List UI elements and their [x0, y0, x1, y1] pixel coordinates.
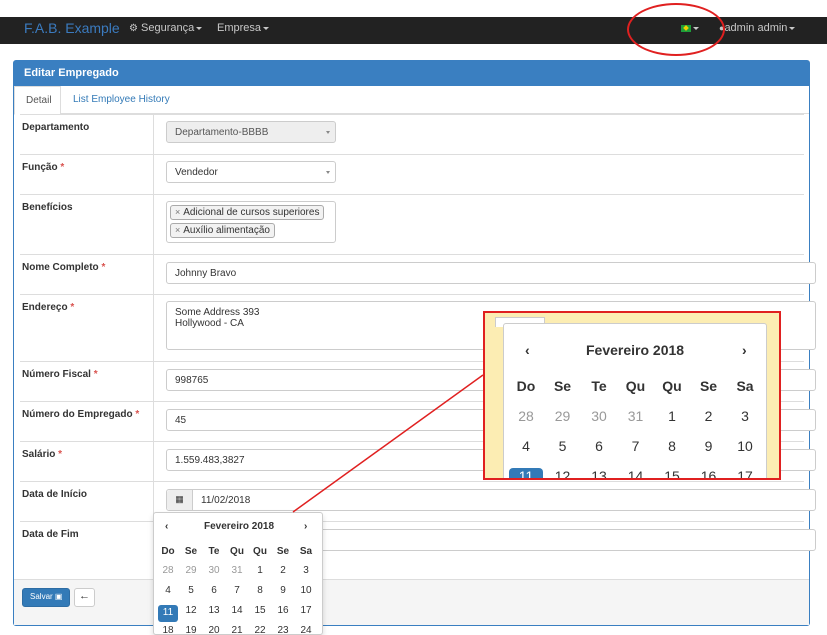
- weekday-header: Se: [699, 378, 718, 394]
- calendar-day[interactable]: 13: [582, 468, 616, 478]
- calendar-day[interactable]: 30: [582, 408, 616, 424]
- weekday-header: Sa: [736, 378, 754, 394]
- weekday-header: Qu: [662, 378, 682, 394]
- calendar-day[interactable]: 14: [619, 468, 653, 478]
- zoomed-datepicker: ‹ Fevereiro 2018 › Do Se Te Qu Qu Se Sa 28 29 30 3…: [503, 323, 767, 478]
- calendar-day[interactable]: 1: [655, 408, 689, 424]
- calendar-day[interactable]: 9: [692, 438, 726, 454]
- calendar-day[interactable]: 3: [728, 408, 762, 424]
- weekday-header: Qu: [625, 378, 646, 394]
- calendar-day[interactable]: 16: [692, 468, 726, 478]
- calendar-day[interactable]: 6: [582, 438, 616, 454]
- weekday-header: Do: [516, 378, 536, 394]
- calendar-day[interactable]: 12: [546, 468, 580, 478]
- calendar-day[interactable]: 4: [509, 438, 543, 454]
- calendar-day[interactable]: 10: [728, 438, 762, 454]
- calendar-day[interactable]: 17: [728, 468, 762, 478]
- calendar-day[interactable]: 8: [655, 438, 689, 454]
- calendar-day[interactable]: 5: [546, 438, 580, 454]
- calendar-day[interactable]: 15: [655, 468, 689, 478]
- weekday-header: Se: [553, 378, 572, 394]
- calendar-day[interactable]: 11: [509, 468, 543, 478]
- zoom-callout: ‹ Fevereiro 2018 › Do Se Te Qu Qu Se Sa 28 29 30 3…: [483, 311, 781, 480]
- prev-month-button[interactable]: ‹: [525, 342, 530, 358]
- calendar-day[interactable]: 31: [619, 408, 653, 424]
- calendar-day[interactable]: 2: [692, 408, 726, 424]
- calendar-day[interactable]: 7: [619, 438, 653, 454]
- month-title[interactable]: Fevereiro 2018: [586, 342, 684, 358]
- calendar-day[interactable]: 28: [509, 408, 543, 424]
- next-month-button[interactable]: ›: [742, 342, 747, 358]
- weekday-header: Te: [591, 378, 607, 394]
- calendar-day[interactable]: 29: [546, 408, 580, 424]
